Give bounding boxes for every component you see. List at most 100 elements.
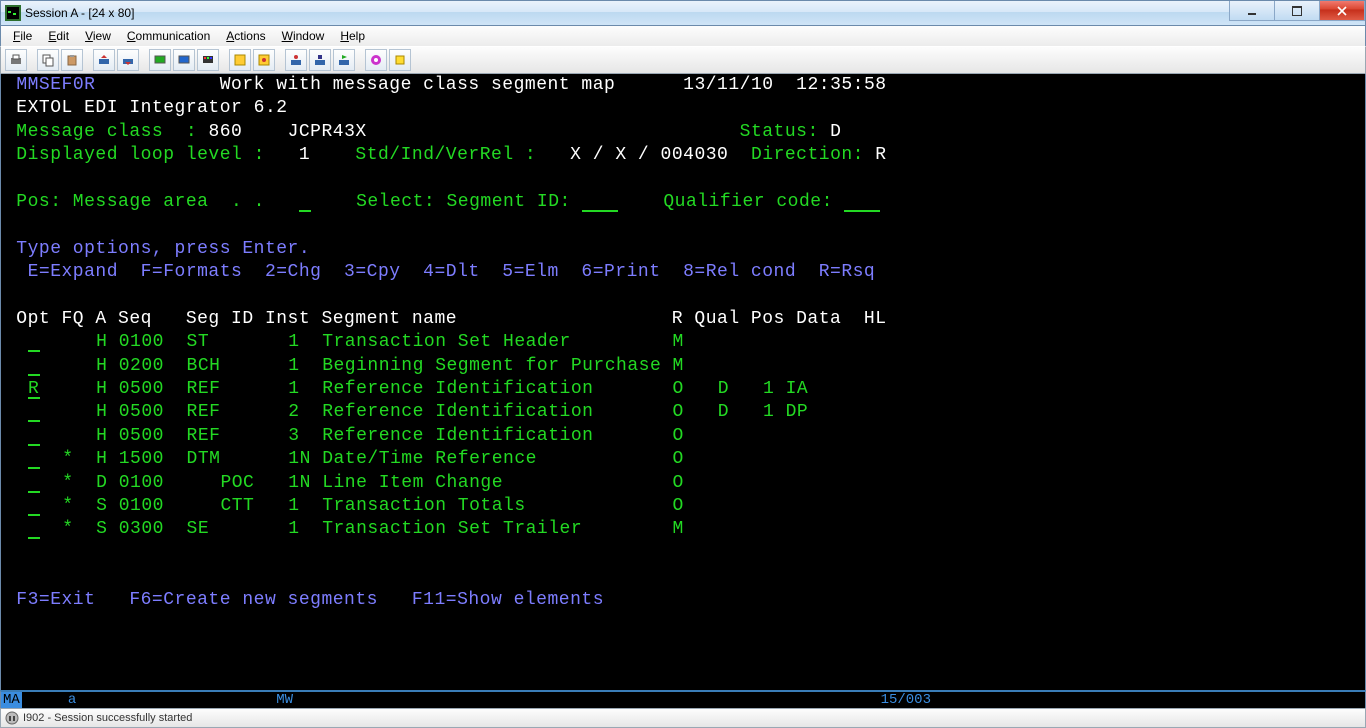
fq-cell: *: [40, 495, 97, 518]
inst-cell: 2: [277, 401, 322, 424]
seq-cell: 1500: [119, 448, 187, 471]
r-cell: M: [673, 355, 684, 378]
opt-input[interactable]: [28, 448, 40, 469]
toolbar-macro1-icon[interactable]: [229, 49, 251, 71]
data-cell: [774, 331, 831, 354]
r-cell: O: [673, 472, 684, 495]
qual-cell: [684, 355, 729, 378]
toolbar-screen2-icon[interactable]: [173, 49, 195, 71]
pos-cell: [729, 355, 774, 378]
r-cell: O: [673, 495, 684, 518]
pos-cell: [729, 448, 774, 471]
table-row: H 0500 REF 3 Reference Identification O: [5, 425, 1365, 448]
menu-communication[interactable]: Communication: [119, 27, 218, 45]
table-row: H 0100 ST 1 Transaction Set Header M: [5, 331, 1365, 354]
inst-cell: 1: [277, 518, 322, 541]
screen-title: Work with message class segment map: [220, 74, 661, 97]
menu-window[interactable]: Window: [274, 27, 333, 45]
toolbar-screen1-icon[interactable]: [149, 49, 171, 71]
opt-input[interactable]: [28, 331, 40, 352]
close-button[interactable]: [1319, 1, 1365, 21]
table-row: H 0200 BCH 1 Beginning Segment for Purch…: [5, 355, 1365, 378]
status-message: I902 - Session successfully started: [23, 712, 192, 724]
inst-cell: 1: [277, 378, 322, 401]
pos-cell: [729, 472, 774, 495]
toolbar-print-icon[interactable]: [5, 49, 27, 71]
toolbar-macro2-icon[interactable]: [253, 49, 275, 71]
segname-cell: Reference Identification: [322, 401, 672, 424]
app-icon: [5, 5, 21, 21]
segid-cell: BCH: [187, 355, 277, 378]
segid-cell: SE: [187, 518, 277, 541]
oia-ma-indicator: MA: [1, 692, 22, 708]
data-cell: [774, 425, 831, 448]
toolbar-help-icon[interactable]: [389, 49, 411, 71]
pos-cell: [729, 331, 774, 354]
pos-cell: 1: [729, 401, 774, 424]
opt-input[interactable]: [28, 355, 40, 376]
window-title: Session A - [24 x 80]: [25, 6, 134, 20]
a-cell: H: [96, 448, 119, 471]
menu-edit[interactable]: Edit: [40, 27, 77, 45]
maximize-button[interactable]: [1274, 1, 1320, 21]
toolbar-colors-icon[interactable]: [197, 49, 219, 71]
opt-input[interactable]: [28, 401, 40, 422]
toolbar-copy-icon[interactable]: [37, 49, 59, 71]
screen-header-row: MMSEF0R Work with message class segment …: [5, 74, 1365, 97]
direction-value: R: [875, 144, 886, 167]
r-cell: O: [673, 425, 684, 448]
status-label: Status:: [740, 121, 830, 144]
menu-view[interactable]: View: [77, 27, 119, 45]
qual-cell: D: [684, 401, 729, 424]
inst-cell: 1N: [277, 472, 322, 495]
r-cell: M: [673, 518, 684, 541]
toolbar-send-icon[interactable]: [93, 49, 115, 71]
toolbar-record-icon[interactable]: [285, 49, 307, 71]
menu-help[interactable]: Help: [332, 27, 373, 45]
fq-cell: [40, 425, 97, 448]
operator-info-area: MA a MW 15/003: [0, 690, 1366, 708]
segid-cell: REF: [187, 401, 277, 424]
function-keys: F3=Exit F6=Create new segments F11=Show …: [5, 589, 604, 612]
terminal-screen[interactable]: MMSEF0R Work with message class segment …: [0, 74, 1366, 690]
menu-file[interactable]: File: [5, 27, 40, 45]
data-cell: [774, 472, 831, 495]
opt-input[interactable]: [28, 425, 40, 446]
seq-cell: 0100: [119, 495, 187, 518]
data-cell: [774, 495, 831, 518]
opt-input[interactable]: [28, 518, 40, 539]
inst-cell: 1N: [277, 448, 322, 471]
segname-cell: Line Item Change: [322, 472, 672, 495]
segment-id-input[interactable]: [582, 191, 618, 212]
fq-cell: [40, 401, 97, 424]
minimize-button[interactable]: [1229, 1, 1275, 21]
toolbar-support-icon[interactable]: [365, 49, 387, 71]
program-id: MMSEF0R: [16, 74, 219, 97]
message-area-input[interactable]: [299, 191, 311, 212]
opt-input[interactable]: [28, 495, 40, 516]
toolbar-receive-icon[interactable]: [117, 49, 139, 71]
toolbar-stop-icon[interactable]: [309, 49, 331, 71]
column-headers: Opt FQ A Seq Seg ID Inst Segment name R …: [5, 308, 1365, 331]
a-cell: S: [96, 518, 119, 541]
r-cell: M: [673, 331, 684, 354]
pos-cell: [729, 425, 774, 448]
menu-actions[interactable]: Actions: [218, 27, 273, 45]
toolbar-paste-icon[interactable]: [61, 49, 83, 71]
pos-label: Pos: Message area . .: [5, 191, 299, 214]
msg-class-label: Message class :: [5, 121, 208, 144]
options-help: E=Expand F=Formats 2=Chg 3=Cpy 4=Dlt 5=E…: [5, 261, 875, 284]
opt-input[interactable]: [28, 472, 40, 493]
oia-a-indicator: a: [68, 692, 76, 708]
segid-cell: REF: [187, 425, 277, 448]
segname-cell: Transaction Set Header: [322, 331, 672, 354]
table-row: * S 0300 SE 1 Transaction Set Trailer M: [5, 518, 1365, 541]
opt-input[interactable]: R: [28, 378, 40, 399]
toolbar-play-icon[interactable]: [333, 49, 355, 71]
segname-cell: Date/Time Reference: [322, 448, 672, 471]
qualifier-code-input[interactable]: [844, 191, 880, 212]
seq-cell: 0100: [119, 331, 187, 354]
pos-cell: [729, 518, 774, 541]
fq-cell: [40, 355, 97, 378]
toolbar: [0, 46, 1366, 74]
